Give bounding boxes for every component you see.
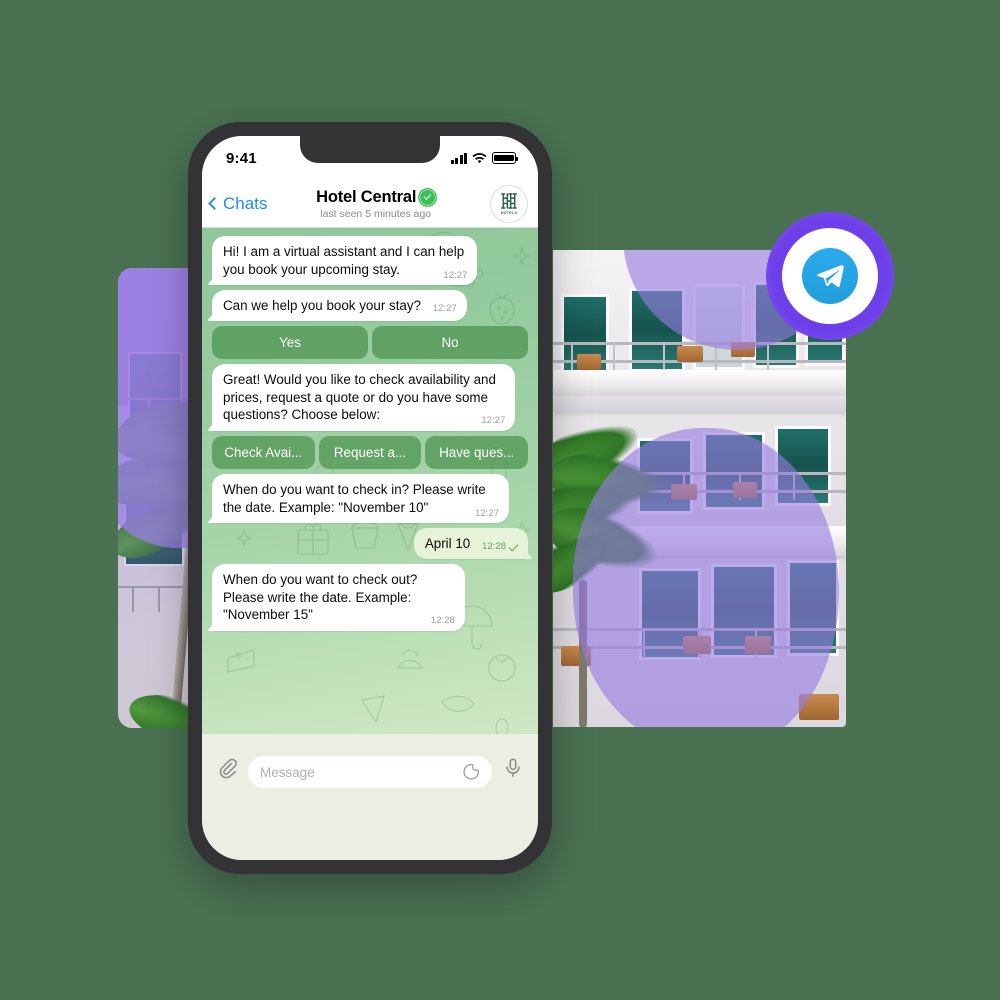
message-bubble-offer[interactable]: Can we help you book your stay? 12:27 <box>212 290 467 322</box>
message-text: When do you want to check out? Please wr… <box>223 572 418 623</box>
message-bubble-checkout[interactable]: When do you want to check out? Please wr… <box>212 564 465 632</box>
chat-header: Chats Hotel Central last seen 5 minutes … <box>202 180 538 228</box>
quick-reply-options: Check Avai... Request a... Have ques... <box>212 436 529 470</box>
back-to-chats-button[interactable]: Chats <box>208 194 267 214</box>
avatar[interactable]: HOTELS <box>490 184 528 223</box>
phone-notch <box>300 136 440 163</box>
status-icons <box>450 152 519 164</box>
message-row: Can we help you book your stay? 12:27 <box>212 290 528 322</box>
phone-mockup: 9:41 Chats Hotel Central last seen 5 min… <box>188 122 552 874</box>
message-time: 12:27 <box>481 415 506 427</box>
sticker-icon[interactable] <box>462 763 480 781</box>
telegram-badge <box>766 212 894 340</box>
double-check-icon <box>508 541 519 552</box>
message-bubble-checkin[interactable]: When do you want to check in? Please wri… <box>212 474 510 524</box>
quick-reply-request-quote-button[interactable]: Request a... <box>318 436 422 470</box>
message-meta: 12:27 <box>443 270 467 283</box>
signal-bars-icon <box>450 152 467 164</box>
phone-screen: 9:41 Chats Hotel Central last seen 5 min… <box>202 136 538 860</box>
message-bubble-intro[interactable]: Hi! I am a virtual assistant and I can h… <box>212 236 478 286</box>
telegram-plane-icon <box>802 248 858 304</box>
message-placeholder: Message <box>260 764 315 780</box>
hotel-monogram-icon <box>501 193 517 209</box>
quick-reply-have-questions-button[interactable]: Have ques... <box>425 436 529 470</box>
chat-header-center[interactable]: Hotel Central last seen 5 minutes ago <box>261 188 490 220</box>
message-time: 12:27 <box>432 303 457 315</box>
avatar-caption: HOTELS <box>500 211 518 215</box>
microphone-icon[interactable] <box>502 756 524 780</box>
message-bubble-choose[interactable]: Great! Would you like to check availabil… <box>212 364 516 432</box>
message-time: 12:28 <box>481 541 506 553</box>
message-meta: 12:28 <box>481 541 519 554</box>
message-time: 12:28 <box>430 615 455 627</box>
message-text: April 10 <box>424 536 471 552</box>
status-time: 9:41 <box>226 149 257 167</box>
message-text: Great! Would you like to check availabil… <box>223 372 496 423</box>
quick-reply-no-button[interactable]: No <box>372 326 528 360</box>
chevron-left-icon <box>208 197 221 210</box>
paperclip-icon[interactable] <box>216 756 238 780</box>
message-meta: 12:28 <box>431 615 455 628</box>
chat-message-list[interactable]: Hi! I am a virtual assistant and I can h… <box>202 228 538 734</box>
chat-subtitle: last seen 5 minutes ago <box>320 207 432 220</box>
message-meta: 12:27 <box>475 508 499 521</box>
message-row: Great! Would you like to check availabil… <box>212 364 528 432</box>
message-bubble-april-10[interactable]: April 10 12:28 <box>413 528 528 560</box>
message-meta: 12:27 <box>481 415 505 428</box>
message-row: April 10 12:28 <box>212 528 528 560</box>
message-input[interactable]: Message <box>248 756 492 788</box>
message-text: Hi! I am a virtual assistant and I can h… <box>223 244 465 277</box>
wifi-icon <box>472 152 487 163</box>
message-row: When do you want to check in? Please wri… <box>212 474 528 524</box>
quick-reply-yes-button[interactable]: Yes <box>212 326 368 360</box>
message-meta: 12:27 <box>433 303 457 316</box>
message-row: Hi! I am a virtual assistant and I can h… <box>212 236 528 286</box>
message-text: Can we help you book your stay? <box>223 298 422 314</box>
quick-reply-check-availability-button[interactable]: Check Avai... <box>212 436 315 470</box>
message-text: When do you want to check in? Please wri… <box>223 482 486 515</box>
chat-title: Hotel Central <box>316 187 417 206</box>
message-row: When do you want to check out? Please wr… <box>212 564 528 632</box>
message-time: 12:27 <box>443 269 468 281</box>
message-time: 12:27 <box>475 507 500 519</box>
verified-badge-icon <box>420 189 436 205</box>
battery-icon <box>492 152 519 164</box>
quick-reply-yes-no: Yes No <box>212 326 528 360</box>
message-input-bar: Message <box>202 734 538 860</box>
